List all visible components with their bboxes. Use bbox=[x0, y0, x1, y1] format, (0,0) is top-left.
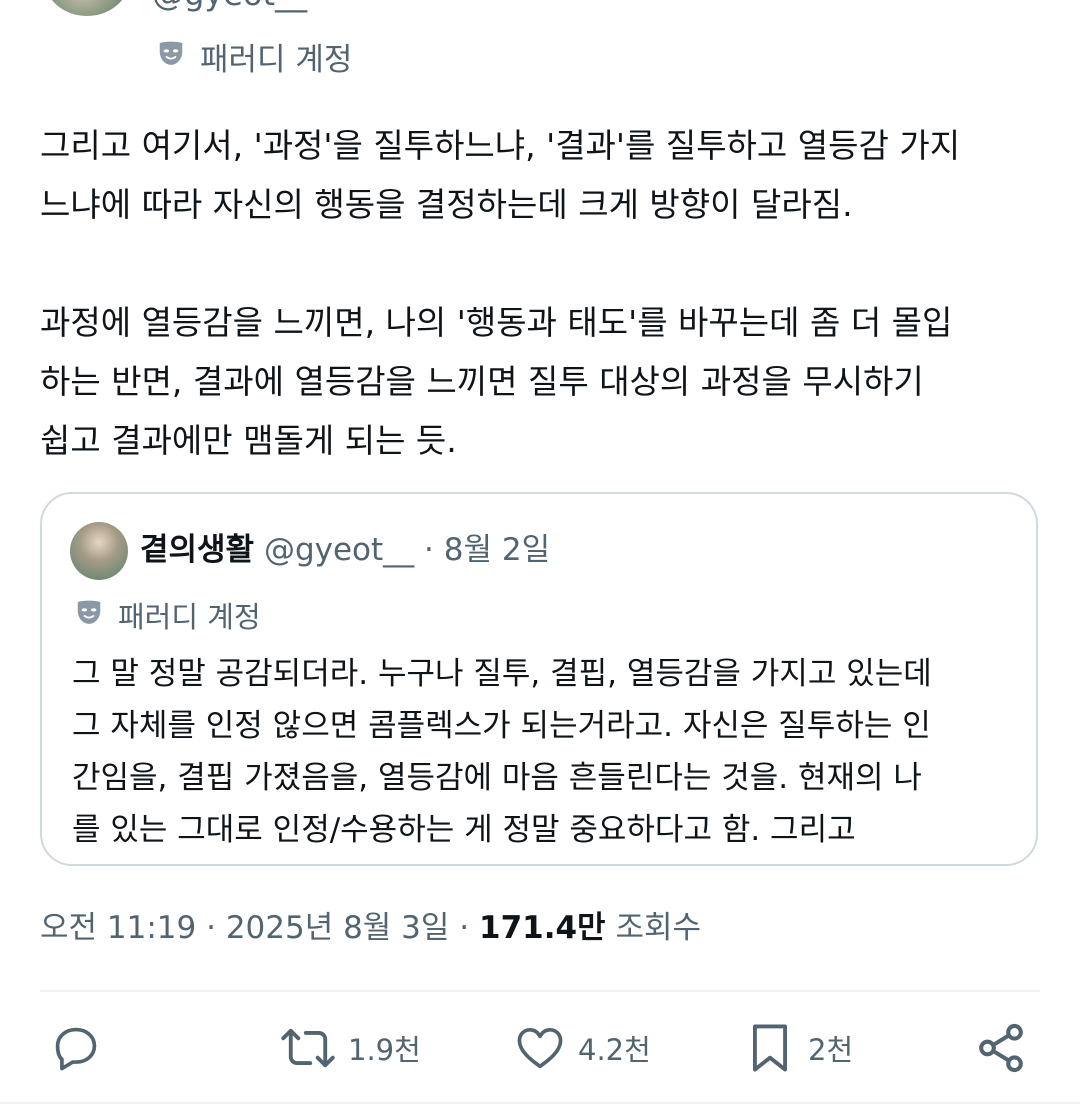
author-handle[interactable]: @gyeot__ bbox=[152, 0, 307, 10]
bookmark-count: 2천 bbox=[808, 1033, 854, 1067]
author-avatar[interactable] bbox=[44, 0, 130, 16]
quoted-tweet-text: 그 말 정말 공감되더라. 누구나 질투, 결핍, 열등감을 가지고 있는데 그… bbox=[72, 656, 932, 848]
parody-mask-icon bbox=[74, 597, 104, 634]
quoted-parody-label: 패러디 계정 bbox=[118, 600, 261, 634]
action-bar: 1.9천 4.2천 2천 bbox=[0, 1020, 1080, 1080]
heart-icon bbox=[517, 1027, 563, 1069]
parody-mask-icon bbox=[156, 38, 186, 76]
quoted-parody-badge: 패러디 계정 bbox=[74, 594, 261, 636]
share-button[interactable] bbox=[974, 1020, 1028, 1076]
quoted-separator: · bbox=[424, 532, 434, 568]
bottom-divider bbox=[0, 1102, 1080, 1104]
quoted-author-handle[interactable]: @gyeot__ bbox=[264, 532, 414, 568]
tweet-meta: 오전 11:19 · 2025년 8월 3일 · 171.4만 조회수 bbox=[40, 906, 701, 950]
quoted-author-name[interactable]: 곁의생활 bbox=[140, 532, 254, 568]
views-count[interactable]: 171.4만 bbox=[479, 910, 606, 946]
bookmark-icon bbox=[752, 1024, 788, 1072]
meta-separator: · bbox=[459, 910, 470, 946]
quoted-tweet-date[interactable]: 8월 2일 bbox=[444, 532, 550, 568]
tweet-date[interactable]: 2025년 8월 3일 bbox=[226, 910, 450, 946]
meta-separator: · bbox=[206, 910, 216, 946]
parody-account-badge: 패러디 계정 bbox=[156, 34, 352, 79]
like-button[interactable]: 4.2천 bbox=[514, 1020, 651, 1076]
tweet-text: 그리고 여기서, '과정'을 질투하느냐, '결과'를 질투하고 열등감 가지 … bbox=[40, 126, 961, 460]
parody-label: 패러디 계정 bbox=[200, 42, 353, 78]
share-icon bbox=[979, 1023, 1023, 1073]
quoted-tweet-header: 곁의생활 @gyeot__ · 8월 2일 bbox=[140, 528, 550, 572]
like-count: 4.2천 bbox=[578, 1033, 651, 1067]
bookmark-button[interactable]: 2천 bbox=[744, 1020, 853, 1076]
reply-button[interactable] bbox=[50, 1020, 102, 1076]
retweet-button[interactable]: 1.9천 bbox=[280, 1020, 421, 1076]
reply-icon bbox=[55, 1027, 97, 1071]
divider bbox=[40, 990, 1040, 992]
views-label[interactable]: 조회수 bbox=[615, 910, 701, 946]
quoted-author-avatar[interactable] bbox=[70, 522, 128, 580]
retweet-count: 1.9천 bbox=[348, 1033, 421, 1067]
tweet-time[interactable]: 오전 11:19 bbox=[40, 910, 196, 946]
retweet-icon bbox=[281, 1028, 335, 1068]
